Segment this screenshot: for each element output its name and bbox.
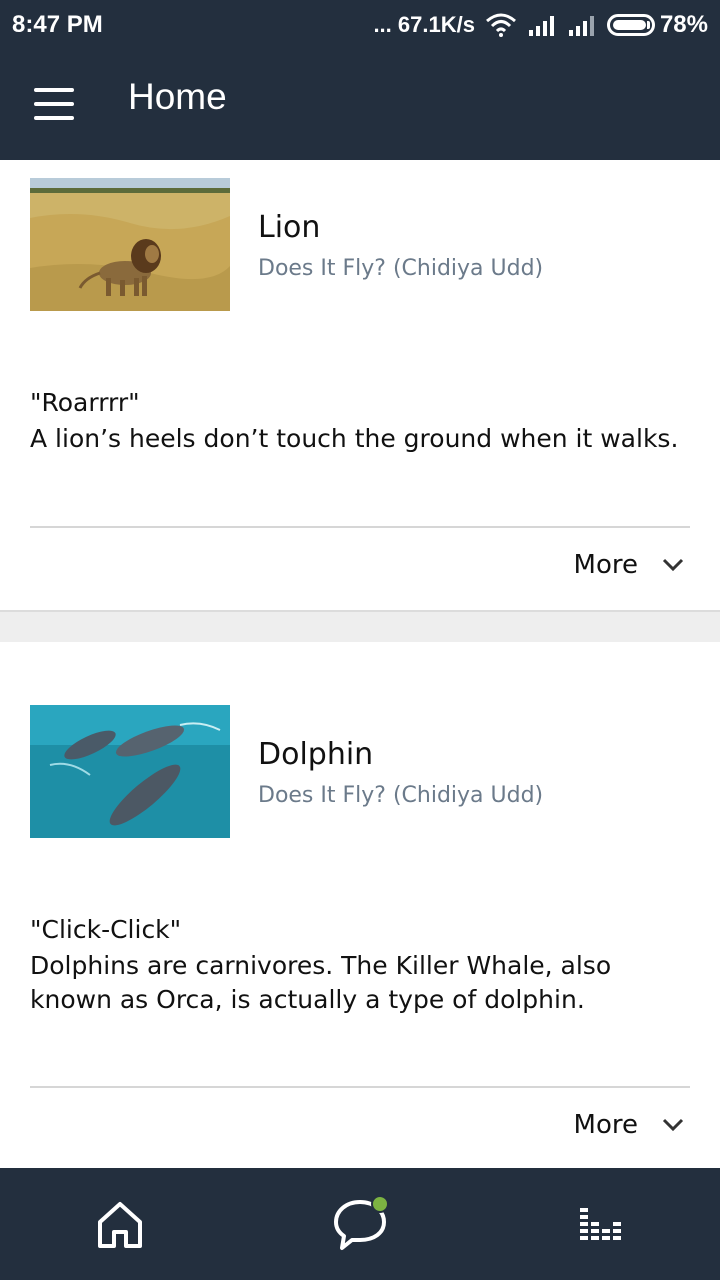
divider — [30, 1086, 690, 1088]
home-icon[interactable] — [90, 1194, 150, 1254]
app-bar: Home — [0, 50, 720, 160]
bottom-nav — [0, 1168, 720, 1280]
card-lion: Lion Does It Fly? (Chidiya Udd) "Roarrrr… — [0, 160, 720, 610]
lion-image[interactable] — [30, 178, 230, 311]
card-title: Lion — [258, 210, 321, 245]
divider — [30, 526, 690, 528]
more-label: More — [573, 550, 638, 580]
notification-dot — [371, 1195, 389, 1213]
more-button[interactable]: More — [574, 1110, 684, 1140]
section-separator — [0, 610, 720, 642]
chevron-down-icon — [662, 1118, 684, 1132]
battery-level: 78% — [659, 11, 708, 38]
chevron-down-icon — [662, 558, 684, 572]
card-subtitle: Does It Fly? (Chidiya Udd) — [258, 783, 544, 808]
status-icons: ... 67.1K/s 78% — [373, 11, 720, 39]
animal-fact: Dolphins are carnivores. The Killer Whal… — [30, 951, 612, 1014]
battery-icon — [606, 14, 655, 36]
card-title: Dolphin — [258, 737, 374, 772]
more-button[interactable]: More — [574, 550, 684, 580]
signal-icon — [568, 16, 594, 36]
animal-fact: A lion’s heels don’t touch the ground wh… — [30, 424, 679, 453]
network-speed: ... 67.1K/s — [373, 12, 475, 37]
page-title: Home — [128, 76, 227, 117]
chat-icon[interactable] — [330, 1194, 390, 1254]
equalizer-icon[interactable] — [570, 1194, 630, 1254]
wifi-icon — [485, 13, 516, 37]
status-time: 8:47 PM — [12, 11, 103, 38]
card-subtitle: Does It Fly? (Chidiya Udd) — [258, 256, 544, 281]
card-dolphin: Dolphin Does It Fly? (Chidiya Udd) "Clic… — [0, 642, 720, 1168]
signal-icon — [528, 16, 554, 36]
animal-sound: "Roarrrr" — [30, 388, 140, 417]
hamburger-menu-icon[interactable] — [34, 88, 76, 122]
feed[interactable]: Lion Does It Fly? (Chidiya Udd) "Roarrrr… — [0, 160, 720, 1168]
status-bar: 8:47 PM ... 67.1K/s 78% — [0, 0, 720, 50]
more-label: More — [573, 1110, 638, 1140]
dolphin-image[interactable] — [30, 705, 230, 838]
animal-sound: "Click-Click" — [30, 915, 182, 944]
